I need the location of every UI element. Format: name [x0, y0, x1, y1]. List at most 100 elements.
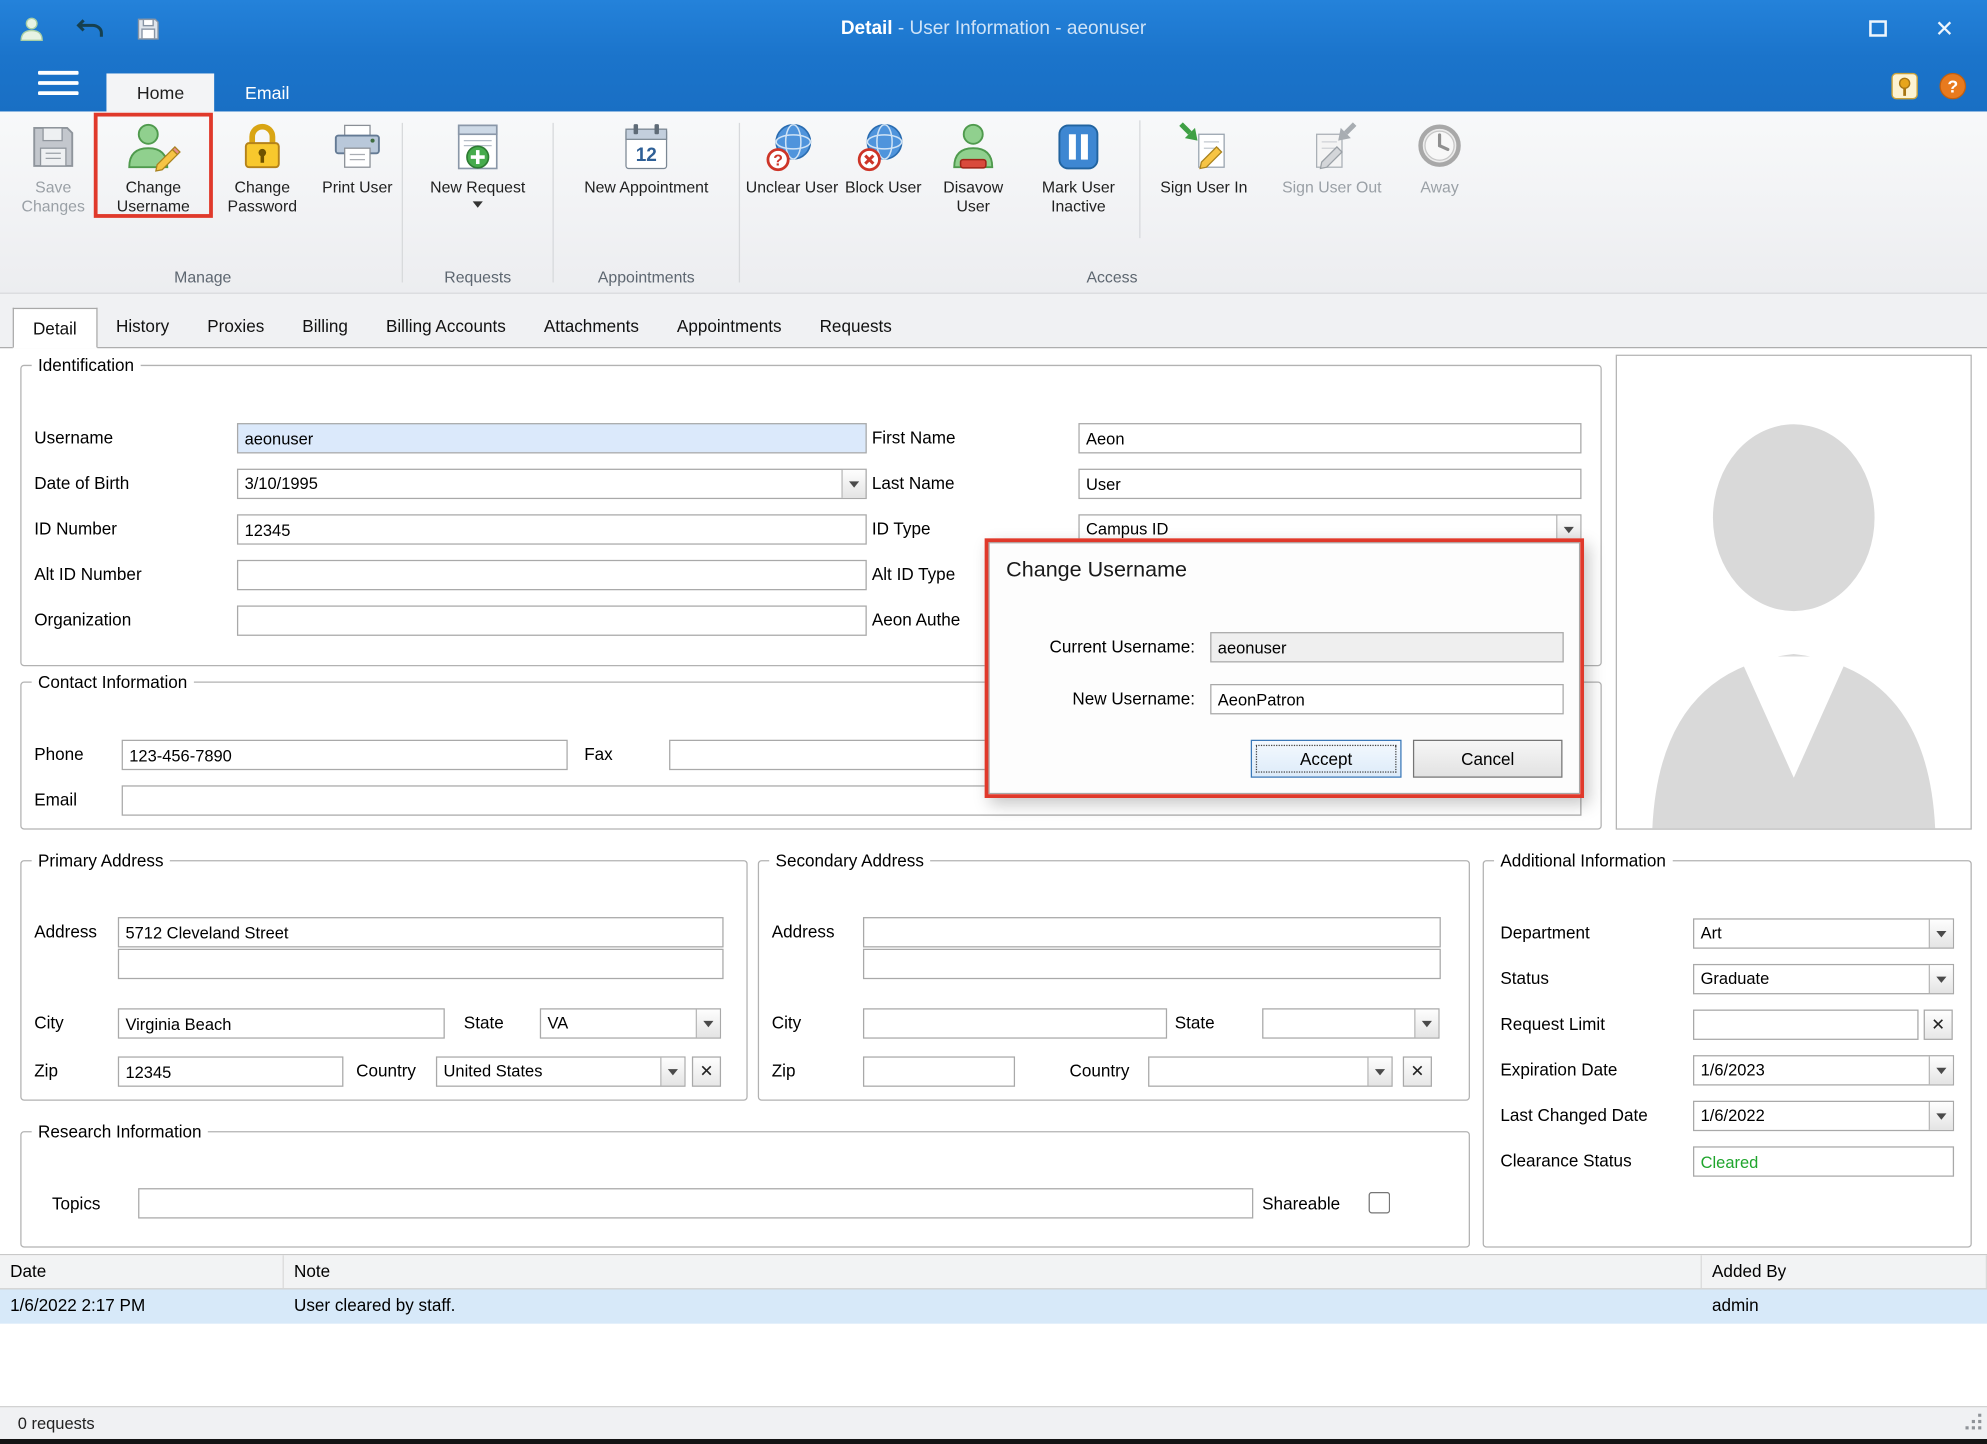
ribbon-tab-home[interactable]: Home [106, 73, 214, 111]
status-combo[interactable]: Graduate [1693, 964, 1954, 994]
chevron-down-icon[interactable] [1929, 1056, 1953, 1084]
research-info-group: Research Information Topics Shareable [20, 1131, 1470, 1248]
new-request-button[interactable]: New Request [407, 115, 549, 213]
save-icon-small[interactable] [134, 15, 162, 43]
address2-input[interactable] [863, 949, 1441, 979]
table-row[interactable]: 1/6/2022 2:17 PM User cleared by staff. … [0, 1289, 1987, 1323]
form-plus-icon [450, 119, 506, 175]
change-password-button[interactable]: Change Password [208, 115, 317, 217]
chevron-down-icon[interactable] [696, 1010, 720, 1038]
state-combo[interactable] [1262, 1008, 1439, 1038]
ribbon-separator [739, 123, 740, 283]
chevron-down-icon[interactable] [660, 1058, 684, 1086]
alt-id-number-input[interactable] [237, 560, 867, 590]
username-input[interactable] [237, 423, 867, 453]
maximize-button[interactable] [1869, 20, 1887, 36]
shareable-checkbox[interactable] [1369, 1192, 1391, 1214]
department-combo[interactable]: Art [1693, 918, 1954, 948]
clear-request-limit-button[interactable]: ✕ [1924, 1010, 1953, 1040]
chevron-down-icon[interactable] [841, 470, 865, 498]
alt-id-number-label: Alt ID Number [34, 560, 141, 590]
chevron-down-icon[interactable] [1367, 1058, 1391, 1086]
globe-block-icon [855, 119, 911, 175]
expiration-date-label: Expiration Date [1500, 1055, 1617, 1085]
cancel-button[interactable]: Cancel [1413, 740, 1563, 778]
zip-input[interactable] [118, 1056, 344, 1086]
close-button[interactable]: ✕ [1935, 17, 1954, 40]
organization-label: Organization [34, 605, 131, 635]
chevron-down-icon[interactable] [1414, 1010, 1438, 1038]
city-label: City [772, 1008, 801, 1038]
ribbon-group-requests: New Request Requests [407, 115, 549, 292]
away-button: Away [1399, 115, 1480, 198]
first-name-input[interactable] [1078, 423, 1581, 453]
id-type-label: ID Type [872, 514, 931, 544]
print-user-button[interactable]: Print User [317, 115, 398, 198]
clear-country-button[interactable]: ✕ [692, 1056, 721, 1086]
svg-text:12: 12 [636, 145, 657, 166]
clear-country-button[interactable]: ✕ [1403, 1056, 1432, 1086]
ribbon-separator [553, 123, 554, 283]
state-combo[interactable]: VA [540, 1008, 721, 1038]
dropdown-caret-icon [473, 202, 483, 213]
accept-button[interactable]: Accept [1251, 740, 1402, 778]
tab-proxies[interactable]: Proxies [188, 307, 283, 348]
ribbon-separator [402, 123, 403, 283]
organization-input[interactable] [237, 605, 867, 635]
tab-detail[interactable]: Detail [13, 308, 97, 349]
tab-history[interactable]: History [97, 307, 188, 348]
tab-appointments[interactable]: Appointments [658, 307, 801, 348]
new-request-label: New Request [430, 179, 525, 198]
topics-input[interactable] [138, 1188, 1253, 1218]
chevron-down-icon[interactable] [1929, 965, 1953, 993]
phone-input[interactable] [122, 740, 568, 770]
chevron-down-icon[interactable] [1929, 1102, 1953, 1130]
menu-button[interactable] [38, 70, 79, 95]
unclear-user-button[interactable]: ? Unclear User [744, 115, 840, 198]
country-combo[interactable]: United States [436, 1056, 686, 1086]
pin-icon[interactable] [1891, 72, 1919, 100]
last-changed-date-combo[interactable]: 1/6/2022 [1693, 1101, 1954, 1131]
tab-billing-accounts[interactable]: Billing Accounts [367, 307, 525, 348]
clearance-status-input[interactable] [1693, 1146, 1954, 1176]
ribbon-tab-email[interactable]: Email [215, 73, 320, 111]
tab-attachments[interactable]: Attachments [525, 307, 658, 348]
user-icon [18, 15, 46, 43]
column-header-date[interactable]: Date [0, 1255, 284, 1288]
last-name-input[interactable] [1078, 469, 1581, 499]
shareable-label: Shareable [1262, 1189, 1340, 1219]
country-combo[interactable] [1148, 1056, 1393, 1086]
city-input[interactable] [863, 1008, 1167, 1038]
note-text-cell: User cleared by staff. [284, 1289, 1702, 1323]
resize-grip-icon[interactable] [1965, 1414, 1983, 1436]
change-username-button[interactable]: Change Username [99, 115, 208, 217]
country-label: Country [1070, 1056, 1130, 1086]
sign-user-in-button[interactable]: Sign User In [1143, 115, 1265, 198]
address1-input[interactable] [118, 917, 724, 947]
help-icon[interactable]: ? [1939, 72, 1967, 100]
address1-input[interactable] [863, 917, 1441, 947]
tab-billing[interactable]: Billing [283, 307, 367, 348]
mark-user-inactive-button[interactable]: Mark User Inactive [1020, 115, 1137, 217]
city-input[interactable] [118, 1008, 445, 1038]
country-label: Country [356, 1056, 416, 1086]
svg-text:?: ? [1947, 76, 1958, 96]
disavow-user-button[interactable]: Disavow User [926, 115, 1020, 217]
id-number-input[interactable] [237, 514, 867, 544]
current-username-input[interactable] [1210, 632, 1564, 662]
expiration-date-combo[interactable]: 1/6/2023 [1693, 1055, 1954, 1085]
new-username-input[interactable] [1210, 684, 1564, 714]
undo-icon[interactable] [76, 15, 104, 43]
group-label-requests: Requests [407, 269, 549, 293]
new-appointment-button[interactable]: 12 New Appointment [558, 115, 735, 198]
change-username-label: Change Username [99, 179, 208, 218]
date-of-birth-combo[interactable]: 3/10/1995 [237, 469, 867, 499]
zip-input[interactable] [863, 1056, 1015, 1086]
address2-input[interactable] [118, 949, 724, 979]
tab-requests[interactable]: Requests [801, 307, 911, 348]
column-header-note[interactable]: Note [284, 1255, 1702, 1288]
chevron-down-icon[interactable] [1929, 920, 1953, 948]
block-user-button[interactable]: Block User [840, 115, 926, 198]
request-limit-input[interactable] [1693, 1010, 1919, 1040]
column-header-added-by[interactable]: Added By [1702, 1255, 1987, 1288]
